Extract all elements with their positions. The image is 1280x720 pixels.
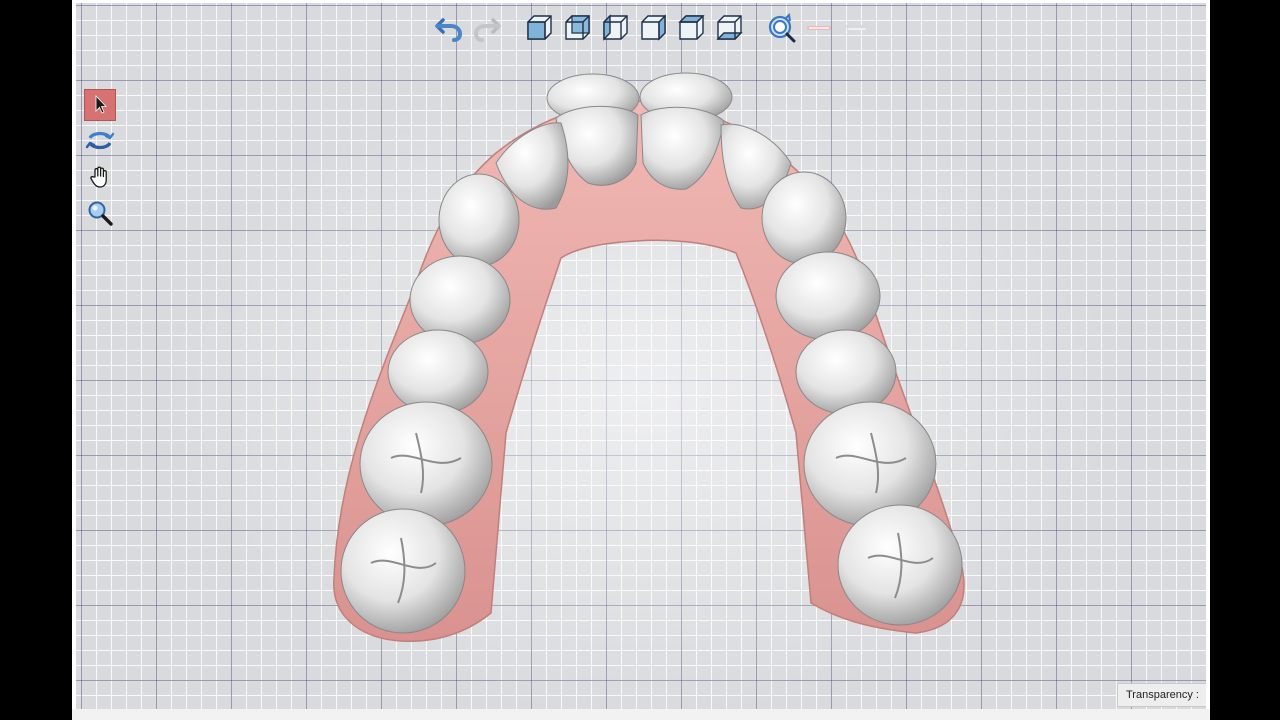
tooth: [340, 508, 466, 634]
view-left-icon: [603, 14, 628, 41]
view-bottom-button[interactable]: [713, 12, 745, 44]
tooth: [387, 329, 489, 415]
view-right-button[interactable]: [637, 12, 669, 44]
tooth: [837, 504, 963, 626]
undo-arrow-icon: [435, 18, 463, 42]
transparency-label: Transparency :: [1126, 689, 1199, 701]
3d-viewport[interactable]: Transparency :: [76, 3, 1206, 709]
view-front-icon: [527, 15, 552, 40]
tooth: [409, 255, 511, 345]
lower-jaw-icon: [846, 25, 868, 30]
show-upper-jaw-button[interactable]: [803, 12, 835, 44]
zoom-tool-button[interactable]: [84, 197, 116, 229]
show-lower-jaw-button[interactable]: [841, 12, 873, 44]
app-window: Transparency :: [72, 0, 1210, 720]
dental-arch-model[interactable]: [76, 3, 1206, 709]
upper-jaw-icon: [807, 26, 831, 30]
undo-button[interactable]: [433, 12, 465, 44]
redo-button[interactable]: [471, 12, 503, 44]
pan-hand-icon: [90, 166, 107, 188]
view-front-button[interactable]: [523, 12, 555, 44]
view-left-button[interactable]: [599, 12, 631, 44]
select-tool-button[interactable]: [84, 89, 116, 121]
view-back-button[interactable]: [561, 12, 593, 44]
tooth: [775, 251, 881, 341]
redo-arrow-icon: [473, 18, 501, 42]
view-bottom-icon: [716, 15, 743, 40]
select-arrow-icon: [95, 95, 107, 114]
pan-tool-button[interactable]: [84, 161, 116, 193]
tooth: [795, 329, 897, 415]
reset-view-button[interactable]: [765, 12, 797, 44]
view-right-icon: [641, 14, 666, 41]
tooth: [359, 401, 493, 527]
view-back-icon: [565, 15, 590, 40]
transparency-control[interactable]: Transparency :: [1117, 683, 1206, 707]
view-top-button[interactable]: [675, 12, 707, 44]
zoom-magnifier-icon: [88, 201, 113, 226]
tooth: [761, 171, 847, 265]
view-toolbar: [433, 10, 873, 46]
reset-view-icon: [768, 13, 796, 43]
view-top-icon: [678, 15, 705, 40]
tooth: [438, 173, 520, 267]
rotate-icon: [85, 131, 115, 150]
status-strip: [72, 709, 1210, 720]
rotate-tool-button[interactable]: [84, 125, 116, 157]
tool-palette: [84, 89, 118, 229]
